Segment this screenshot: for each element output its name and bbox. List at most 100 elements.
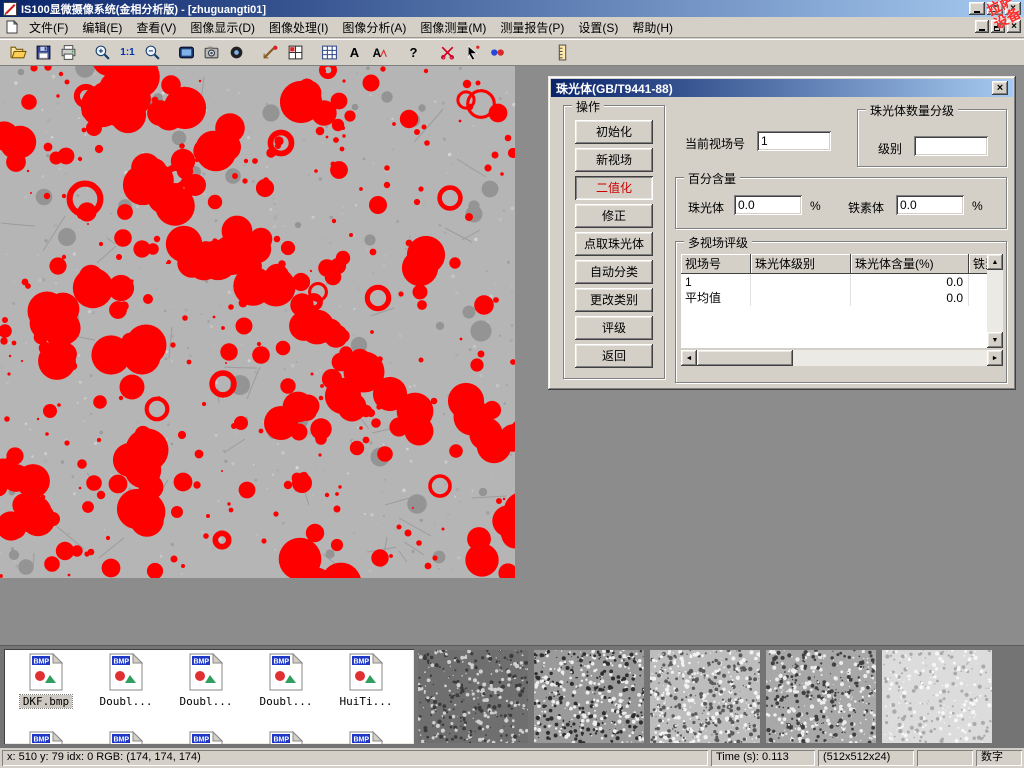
menu-item-4[interactable]: 图像显示(D)	[183, 17, 262, 38]
op-button-4[interactable]: 修正	[575, 204, 653, 228]
thumbnail-1[interactable]	[418, 650, 528, 743]
op-button-5[interactable]: 点取珠光体	[575, 232, 653, 256]
dialog-close-button[interactable]: ×	[992, 81, 1008, 95]
file-item-1[interactable]: BMPDKF.bmp	[6, 653, 86, 708]
open-folder-icon	[10, 44, 27, 61]
zoom-in-button[interactable]	[90, 42, 115, 64]
bottom-panel: BMPDKF.bmpBMPDoubl...BMPDoubl...BMPDoubl…	[0, 645, 1024, 748]
svg-text:BMP: BMP	[194, 659, 210, 666]
zoom-in-icon	[94, 44, 111, 61]
file-item-2[interactable]: BMPDoubl...	[86, 653, 166, 708]
pearlite-label: 珠光体	[688, 199, 724, 216]
help-button[interactable]: ?	[401, 42, 426, 64]
mdi-minimize-button[interactable]	[975, 20, 989, 33]
zoom-out-button[interactable]	[140, 42, 165, 64]
table-horizontal-scrollbar[interactable]: ◄ ►	[681, 350, 1003, 366]
op-button-9[interactable]: 返回	[575, 344, 653, 368]
print-button[interactable]	[56, 42, 81, 64]
file-list[interactable]: BMPDKF.bmpBMPDoubl...BMPDoubl...BMPDoubl…	[4, 649, 414, 744]
thumbnail-4[interactable]	[766, 650, 876, 743]
calibration-grid-icon	[287, 44, 304, 61]
op-button-2[interactable]: 新视场	[575, 148, 653, 172]
table-button[interactable]	[317, 42, 342, 64]
level-input[interactable]	[914, 136, 988, 156]
svg-text:BMP: BMP	[354, 659, 370, 666]
svg-text:BMP: BMP	[114, 737, 130, 744]
menu-item-7[interactable]: 图像测量(M)	[413, 17, 493, 38]
op-button-8[interactable]: 评级	[575, 316, 653, 340]
capture-button[interactable]	[224, 42, 249, 64]
horizontal-scroll-track[interactable]	[697, 350, 987, 366]
bmp-file-icon: BMP	[29, 653, 63, 693]
down-arrow-icon: ▼	[992, 337, 999, 344]
table-header-3[interactable]: 珠光体含量(%)	[851, 254, 969, 274]
file-item-partial[interactable]: BMP	[166, 731, 246, 744]
op-button-3[interactable]: 二值化	[575, 176, 653, 200]
percent-group: 百分含量 珠光体 % 铁素体 %	[675, 177, 1007, 229]
measure-tool-button[interactable]	[258, 42, 283, 64]
scroll-left-button[interactable]: ◄	[681, 350, 697, 366]
video-display-icon	[178, 44, 195, 61]
ferrite-percent-input[interactable]	[896, 195, 964, 215]
ruler-tool-button[interactable]	[550, 42, 575, 64]
menu-item-5[interactable]: 图像处理(I)	[262, 17, 335, 38]
menu-item-9[interactable]: 设置(S)	[571, 17, 625, 38]
thumbnail-5[interactable]	[882, 650, 992, 743]
menu-item-2[interactable]: 编辑(E)	[75, 17, 129, 38]
scroll-right-button[interactable]: ►	[987, 350, 1003, 366]
marker-tool-button[interactable]	[485, 42, 510, 64]
thumbnail-3[interactable]	[650, 650, 760, 743]
table-vertical-scrollbar[interactable]: ▲ ▼	[987, 254, 1003, 348]
caliper-icon	[262, 44, 279, 61]
multi-field-table[interactable]: 10.0平均值0.0	[681, 274, 987, 348]
file-item-partial[interactable]: BMP	[326, 731, 406, 744]
camera-button[interactable]	[199, 42, 224, 64]
file-item-3[interactable]: BMPDoubl...	[166, 653, 246, 708]
thumbnail-2[interactable]	[534, 650, 644, 743]
cut-tool-button[interactable]	[435, 42, 460, 64]
save-button[interactable]	[31, 42, 56, 64]
file-item-partial[interactable]: BMP	[86, 731, 166, 744]
video-source-button[interactable]	[174, 42, 199, 64]
menu-item-10[interactable]: 帮助(H)	[625, 17, 680, 38]
op-button-1[interactable]: 初始化	[575, 120, 653, 144]
pearlite-percent-input[interactable]	[734, 195, 802, 215]
scroll-down-button[interactable]: ▼	[987, 332, 1003, 348]
menu-item-3[interactable]: 查看(V)	[129, 17, 183, 38]
file-item-partial[interactable]: BMP	[6, 731, 86, 744]
table-cell: 1	[681, 274, 751, 290]
micrograph-image[interactable]	[0, 66, 515, 578]
pointer-tool-button[interactable]	[460, 42, 485, 64]
file-item-partial[interactable]: BMP	[246, 731, 326, 744]
table-row-2[interactable]: 平均值0.0	[681, 290, 987, 306]
mdi-document-icon[interactable]	[5, 20, 19, 34]
multi-field-group-label: 多视场评级	[684, 234, 752, 251]
dialog-titlebar[interactable]: 珠光体(GB/T9441-88) ×	[551, 79, 1013, 97]
table-header-2[interactable]: 珠光体级别	[751, 254, 851, 274]
scroll-up-button[interactable]: ▲	[987, 254, 1003, 270]
menu-item-8[interactable]: 测量报告(P)	[493, 17, 571, 38]
table-row-1[interactable]: 10.0	[681, 274, 987, 290]
calibrate-button[interactable]	[283, 42, 308, 64]
table-cell	[751, 290, 851, 306]
file-item-4[interactable]: BMPDoubl...	[246, 653, 326, 708]
file-item-5[interactable]: BMPHuiTi...	[326, 653, 406, 708]
actual-size-button[interactable]: 1:1	[115, 42, 140, 64]
menu-item-1[interactable]: 文件(F)	[22, 17, 75, 38]
titlebar[interactable]: IS100显微摄像系统(金相分析版) - [zhuguangti01] ×	[0, 0, 1024, 17]
annotate-tool-button[interactable]: A	[367, 42, 392, 64]
horizontal-scroll-thumb[interactable]	[697, 350, 793, 366]
current-field-input[interactable]	[757, 131, 831, 151]
marker-dots-icon	[489, 44, 506, 61]
menubar: 文件(F)编辑(E)查看(V)图像显示(D)图像处理(I)图像分析(A)图像测量…	[0, 17, 1024, 38]
table-header-1[interactable]: 视场号	[681, 254, 751, 274]
level-label: 级别	[878, 140, 902, 157]
percent-group-label: 百分含量	[684, 170, 740, 187]
text-tool-button[interactable]: A	[342, 42, 367, 64]
op-button-6[interactable]: 自动分类	[575, 260, 653, 284]
table-header-4[interactable]: 铁素	[969, 254, 987, 274]
open-file-button[interactable]	[6, 42, 31, 64]
op-button-7[interactable]: 更改类别	[575, 288, 653, 312]
menu-item-6[interactable]: 图像分析(A)	[335, 17, 413, 38]
thumbnail-strip	[418, 650, 992, 743]
